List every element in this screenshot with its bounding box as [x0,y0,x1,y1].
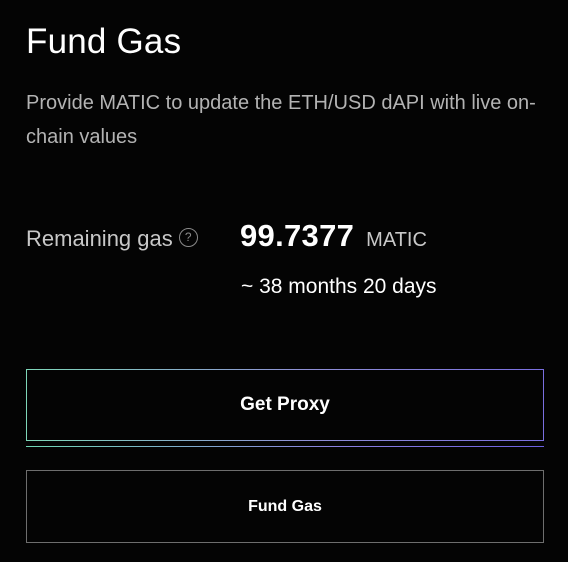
remaining-gas-label: Remaining gas [26,226,173,251]
fund-gas-button[interactable]: Fund Gas [26,470,544,543]
remaining-gas-value: 99.7377 MATIC [240,218,427,254]
remaining-gas-label-group: Remaining gas ? [26,222,198,256]
gas-amount: 99.7377 [240,218,355,253]
get-proxy-button[interactable]: Get Proxy [26,369,544,441]
fund-gas-panel: Fund Gas Provide MATIC to update the ETH… [0,0,568,562]
page-title: Fund Gas [26,22,182,61]
question-circle-icon[interactable]: ? [178,227,198,247]
page-description: Provide MATIC to update the ETH/USD dAPI… [26,92,536,148]
gas-duration: ~ 38 months 20 days [241,275,437,298]
get-proxy-accent-line [26,446,544,447]
gas-unit: MATIC [366,229,427,251]
